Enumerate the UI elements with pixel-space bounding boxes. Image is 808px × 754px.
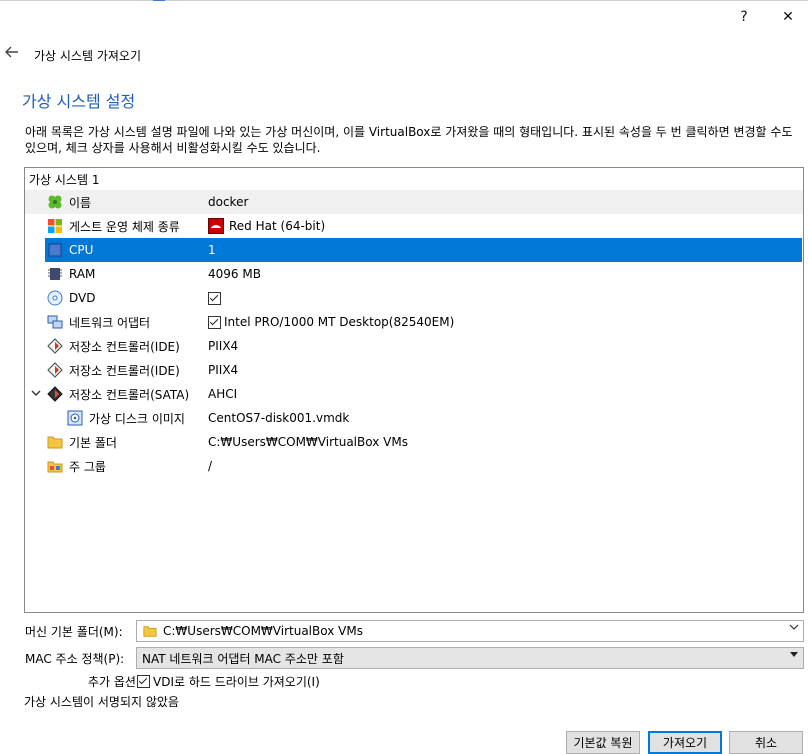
tree-row-value: CentOS7-disk001.vmdk (208, 411, 350, 425)
import-button[interactable]: 가져오기 (648, 731, 722, 754)
tree-row-network-adapter[interactable]: 네트워크 어댑터 Intel PRO/1000 MT Desktop(82540… (25, 310, 803, 334)
tree-row-value: PIIX4 (208, 339, 239, 353)
tree-row-dvd[interactable]: DVD (25, 286, 803, 310)
tree-row-label: 기본 폴더 (69, 435, 117, 450)
tree-row-sata-controller[interactable]: 저장소 컨트롤러(SATA) AHCI (25, 382, 803, 406)
tree-row-value: Intel PRO/1000 MT Desktop(82540EM) (208, 315, 454, 329)
redhat-icon (208, 218, 224, 234)
close-button[interactable]: ✕ (775, 6, 801, 28)
ram-chip-icon (47, 266, 63, 282)
tree-row-os-type[interactable]: 게스트 운영 체제 종류 Red Hat (64-bit) (25, 214, 803, 238)
cancel-button[interactable]: 취소 (729, 731, 803, 754)
network-adapter-icon (47, 314, 63, 330)
mac-policy-combo[interactable]: NAT 네트워크 어댑터 MAC 주소만 포함 (136, 647, 804, 669)
tree-row-name[interactable]: 이름 docker (25, 190, 803, 214)
tree-row-ide-controller-1[interactable]: 저장소 컨트롤러(IDE) PIIX4 (25, 334, 803, 358)
tree-row-value: AHCI (208, 387, 238, 401)
chevron-down-icon (789, 623, 799, 634)
network-adapter-checkbox[interactable] (208, 315, 221, 329)
tree-row-ide-controller-2[interactable]: 저장소 컨트롤러(IDE) PIIX4 (25, 358, 803, 382)
folder-icon (47, 434, 63, 450)
folder-icon (143, 624, 157, 638)
restore-defaults-button[interactable]: 기본값 복원 (566, 731, 640, 754)
tree-row-value: 1 (208, 243, 216, 257)
wizard-title: 가상 시스템 가져오기 (34, 49, 141, 63)
tree-row-value: C:₩Users₩COM₩VirtualBox VMs (208, 435, 408, 449)
tree-row-label: 가상 디스크 이미지 (89, 411, 185, 426)
dvd-checkbox[interactable] (208, 291, 221, 305)
mac-policy-value: NAT 네트워크 어댑터 MAC 주소만 포함 (142, 651, 344, 666)
import-vdi-option[interactable]: VDI로 하드 드라이브 가져오기(I) (137, 673, 320, 690)
tree-row-disk-image[interactable]: 가상 디스크 이미지 CentOS7-disk001.vmdk (25, 406, 803, 430)
page-description: 아래 목록은 가상 시스템 설명 파일에 나와 있는 가상 머신이며, 이를 V… (25, 125, 793, 155)
tree-row-ram[interactable]: RAM 4096 MB (25, 262, 803, 286)
tree-row-label: 저장소 컨트롤러(IDE) (69, 363, 180, 378)
tree-group-label: 가상 시스템 1 (29, 172, 100, 187)
tree-group-row[interactable]: 가상 시스템 1 (25, 168, 803, 190)
tree-row-value: docker (208, 195, 249, 209)
cpu-chip-icon (47, 242, 63, 258)
signature-status: 가상 시스템이 서명되지 않았음 (24, 695, 179, 709)
mac-policy-label: MAC 주소 정책(P): (25, 652, 125, 666)
tree-row-label: 네트워크 어댑터 (69, 315, 151, 330)
chevron-down-icon[interactable] (29, 389, 43, 400)
back-arrow-icon[interactable] (5, 44, 19, 62)
page-title: 가상 시스템 설정 (22, 92, 136, 111)
dropdown-arrow-icon (789, 650, 799, 661)
import-vdi-checkbox[interactable] (137, 675, 150, 688)
name-clover-icon (47, 194, 63, 210)
tree-row-primary-group[interactable]: 주 그룹 / (25, 454, 803, 478)
window-top-accent (153, 0, 165, 1)
tree-row-base-folder[interactable]: 기본 폴더 C:₩Users₩COM₩VirtualBox VMs (25, 430, 803, 454)
tree-row-value: / (208, 459, 213, 473)
tree-row-label: 주 그룹 (69, 459, 106, 474)
tree-row-label: 저장소 컨트롤러(SATA) (69, 387, 190, 402)
tree-row-label: DVD (69, 291, 96, 305)
tree-row-label: 게스트 운영 체제 종류 (69, 219, 180, 234)
tree-row-label: CPU (69, 243, 94, 257)
machine-folder-value: C:₩Users₩COM₩VirtualBox VMs (163, 624, 363, 638)
machine-folder-combo[interactable]: C:₩Users₩COM₩VirtualBox VMs (136, 620, 804, 642)
tree-row-value (208, 291, 224, 305)
os-type-text: Red Hat (64-bit) (229, 219, 326, 233)
tree-row-value: PIIX4 (208, 363, 239, 377)
selection-highlight (45, 238, 802, 262)
os-windows-icon (47, 218, 63, 234)
appliance-settings-tree[interactable]: 가상 시스템 1 이름 docker 게스트 운영 체제 종류 Red Hat … (24, 167, 804, 613)
tree-row-label: 저장소 컨트롤러(IDE) (69, 339, 180, 354)
extra-options-label: 추가 옵션: (88, 675, 141, 689)
tree-row-cpu[interactable]: CPU 1 (25, 238, 803, 262)
window-top-border (0, 0, 808, 1)
tree-row-value: Red Hat (64-bit) (208, 218, 325, 234)
sata-controller-icon (47, 386, 63, 402)
machine-folder-label: 머신 기본 폴더(M): (25, 625, 123, 639)
group-icon (47, 458, 63, 474)
tree-row-value: 4096 MB (208, 267, 261, 281)
disk-image-icon (67, 410, 83, 426)
tree-row-label: RAM (69, 267, 96, 281)
ide-controller-icon (47, 338, 63, 354)
help-button[interactable]: ? (731, 6, 757, 28)
dvd-disc-icon (47, 290, 63, 306)
tree-row-label: 이름 (69, 195, 92, 210)
import-vdi-label: VDI로 하드 드라이브 가져오기(I) (153, 675, 320, 689)
ide-controller-icon (47, 362, 63, 378)
network-adapter-text: Intel PRO/1000 MT Desktop(82540EM) (224, 315, 455, 329)
